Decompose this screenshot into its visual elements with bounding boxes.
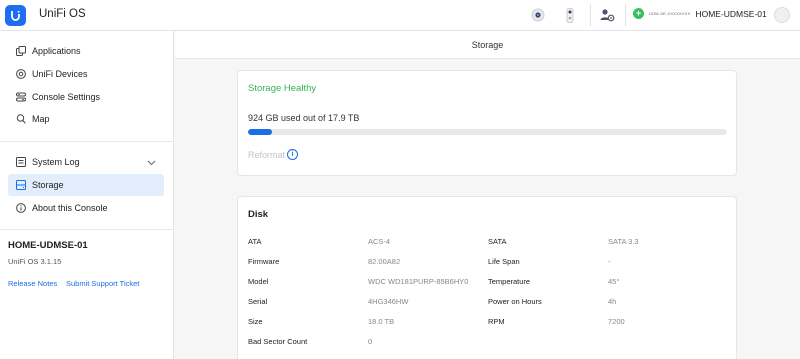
sidebar-item-label: About this Console xyxy=(32,203,108,213)
storage-usage-bar xyxy=(248,129,727,135)
disk-label: Model xyxy=(248,277,269,286)
info-icon[interactable]: i xyxy=(287,149,298,160)
topbar-divider xyxy=(625,4,626,27)
disk-label: SATA xyxy=(488,237,507,246)
sidebar-item-unifi-devices[interactable]: UniFi Devices xyxy=(8,63,164,85)
storage-icon xyxy=(16,180,26,190)
storage-health-status: Storage Healthy xyxy=(248,83,317,94)
sidebar-item-console-settings[interactable]: Console Settings xyxy=(8,86,164,108)
page-title: Storage xyxy=(175,31,800,59)
top-bar: UniFi OS + UDM-SE-XXXXXXXX HOME-UDMSE-01 xyxy=(0,0,800,31)
log-icon xyxy=(16,157,26,167)
storage-card: Storage Healthy 924 GB used out of 17.9 … xyxy=(237,70,737,176)
disk-label: ATA xyxy=(248,237,262,246)
console-name: HOME-UDMSE-01 xyxy=(695,8,767,19)
disk-value: 0 xyxy=(368,337,373,346)
console-model: UDM-SE-XXXXXXXX xyxy=(649,11,691,16)
sidebar-item-label: Console Settings xyxy=(32,92,101,102)
sidebar-item-label: Storage xyxy=(32,180,64,190)
user-avatar-icon[interactable] xyxy=(774,7,790,23)
sidebar-divider xyxy=(0,229,173,230)
green-plus-icon: + xyxy=(633,8,644,19)
topbar-divider xyxy=(590,4,591,27)
sidebar-item-applications[interactable]: Applications xyxy=(8,40,164,62)
sidebar-item-storage[interactable]: Storage xyxy=(8,174,164,196)
disk-value: SATA 3.3 xyxy=(608,237,639,246)
disk-card: Disk ATA ACS-4 Firmware 82.00A82 Model W… xyxy=(237,196,737,359)
sidebar-item-label: System Log xyxy=(32,157,80,167)
disk-value: ACS-4 xyxy=(368,237,391,246)
support-ticket-link[interactable]: Submit Support Ticket xyxy=(66,279,139,288)
disk-label: Temperature xyxy=(488,277,531,286)
release-notes-link[interactable]: Release Notes xyxy=(8,279,57,288)
disk-value: 7200 xyxy=(608,317,625,326)
app-title: UniFi OS xyxy=(39,8,86,20)
console-title: HOME-UDMSE-01 xyxy=(8,240,88,251)
info-icon xyxy=(16,203,26,213)
disk-value: - xyxy=(608,257,611,266)
storage-usage-text: 924 GB used out of 17.9 TB xyxy=(248,113,360,123)
devices-icon xyxy=(16,69,26,79)
protect-camera-icon[interactable] xyxy=(530,7,546,23)
storage-usage-fill xyxy=(248,129,272,135)
disk-label: Size xyxy=(248,317,263,326)
sidebar-item-label: Applications xyxy=(32,46,81,56)
console-selector[interactable]: + UDM-SE-XXXXXXXX HOME-UDMSE-01 xyxy=(633,8,767,19)
sidebar-divider xyxy=(0,141,173,142)
chevron-down-icon[interactable] xyxy=(147,158,156,168)
disk-title: Disk xyxy=(248,209,269,220)
sidebar-item-about[interactable]: About this Console xyxy=(8,197,164,219)
disk-value: WDC WD181PURP-85B6HY0 xyxy=(368,277,469,286)
console-version: UniFi OS 3.1.15 xyxy=(8,257,62,266)
disk-value: 4h xyxy=(608,297,617,306)
applications-icon xyxy=(16,46,26,56)
reformat-button[interactable]: Reformat xyxy=(248,150,285,160)
disk-value: 45° xyxy=(608,277,620,286)
sidebar: Applications UniFi Devices Console Setti… xyxy=(0,31,174,359)
disk-value: 82.00A82 xyxy=(368,257,401,266)
sidebar-item-label: UniFi Devices xyxy=(32,69,88,79)
doorbell-icon[interactable] xyxy=(562,7,578,23)
disk-value: 18.0 TB xyxy=(368,317,395,326)
disk-label: RPM xyxy=(488,317,505,326)
disk-label: Bad Sector Count xyxy=(248,337,308,346)
disk-label: Firmware xyxy=(248,257,280,266)
disk-value: 4HG346HW xyxy=(368,297,409,306)
settings-icon xyxy=(16,92,26,102)
map-pin-icon xyxy=(16,114,26,124)
disk-label: Life Span xyxy=(488,257,520,266)
unifi-logo-icon[interactable] xyxy=(5,5,26,26)
sidebar-item-map[interactable]: Map xyxy=(8,108,164,130)
disk-label: Power on Hours xyxy=(488,297,542,306)
users-settings-icon[interactable] xyxy=(599,7,615,23)
disk-label: Serial xyxy=(248,297,268,306)
sidebar-item-label: Map xyxy=(32,114,50,124)
sidebar-item-system-log[interactable]: System Log xyxy=(8,151,164,173)
